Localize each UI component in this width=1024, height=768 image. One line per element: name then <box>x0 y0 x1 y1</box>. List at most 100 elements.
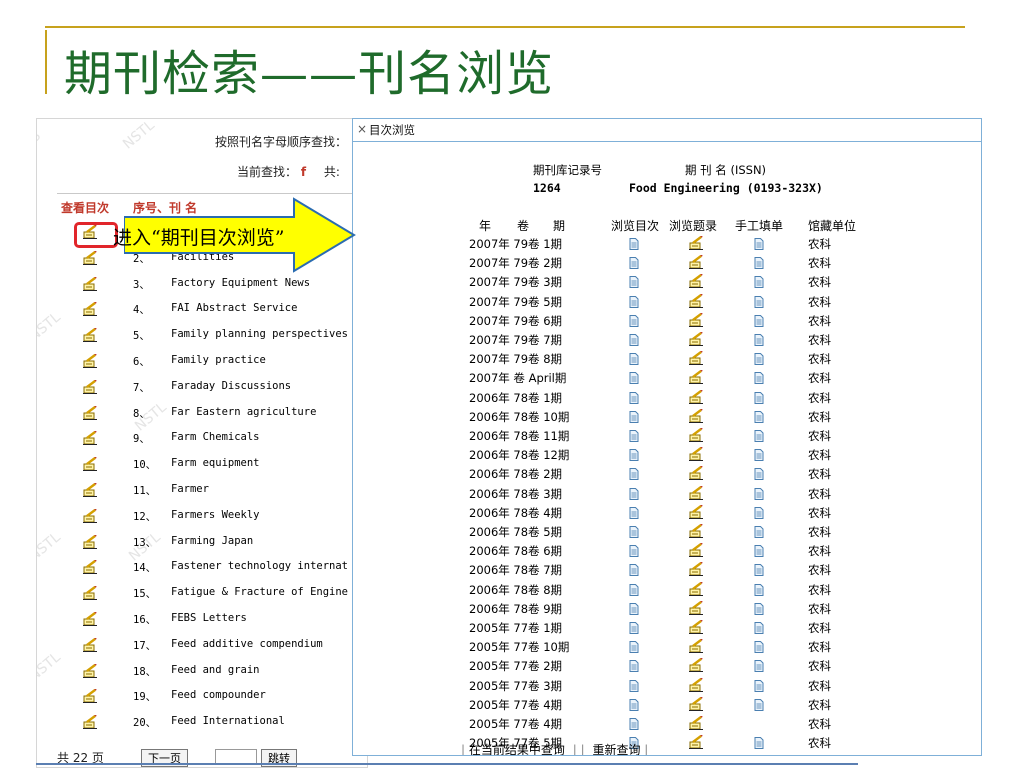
document-icon[interactable] <box>629 334 639 346</box>
browse-titles-icon[interactable] <box>689 235 703 253</box>
browse-titles-icon[interactable] <box>689 350 703 368</box>
view-toc-icon[interactable] <box>83 353 97 368</box>
pencil-book-icon[interactable] <box>689 292 703 308</box>
document-icon[interactable] <box>629 641 639 654</box>
document-icon[interactable] <box>754 641 764 654</box>
journal-list-item[interactable]: 16、 FEBS Letters <box>37 610 367 630</box>
document-icon[interactable] <box>754 468 764 481</box>
journal-name-link[interactable]: Farm equipment <box>171 457 260 469</box>
browse-titles-icon[interactable] <box>689 619 703 637</box>
journal-list-item[interactable]: 15、 Fatigue & Fracture of Engine <box>37 584 367 604</box>
pencil-book-icon[interactable] <box>689 580 703 596</box>
pencil-book-icon[interactable] <box>689 542 703 558</box>
manual-form-icon[interactable] <box>754 737 764 752</box>
document-icon[interactable] <box>629 257 639 270</box>
browse-titles-icon[interactable] <box>689 484 703 503</box>
browse-toc-icon[interactable] <box>629 449 639 464</box>
document-icon[interactable] <box>629 391 639 404</box>
document-icon[interactable] <box>629 506 639 519</box>
journal-name-link[interactable]: FAI Abstract Service <box>171 302 297 314</box>
browse-titles-icon[interactable] <box>689 312 703 330</box>
journal-list-item[interactable]: 19、 Feed compounder <box>37 687 367 707</box>
document-icon[interactable] <box>629 679 639 692</box>
document-icon[interactable] <box>754 602 764 615</box>
document-icon[interactable] <box>629 564 639 577</box>
new-search-link[interactable]: 重新查询 <box>592 743 640 755</box>
journal-name-link[interactable]: Fastener technology internat <box>171 560 348 572</box>
pencil-book-icon[interactable] <box>689 350 703 366</box>
pencil-book-icon[interactable] <box>83 327 97 343</box>
browse-toc-icon[interactable] <box>629 468 639 483</box>
manual-form-icon[interactable] <box>754 295 764 311</box>
journal-name-link[interactable]: Farming Japan <box>171 535 253 547</box>
manual-form-icon[interactable] <box>754 334 764 349</box>
browse-titles-icon[interactable] <box>689 254 703 272</box>
journal-list-item[interactable]: 7、 Faraday Discussions <box>37 378 367 398</box>
browse-titles-icon[interactable] <box>689 657 703 675</box>
pencil-book-icon[interactable] <box>689 504 703 519</box>
pencil-book-icon[interactable] <box>689 369 703 385</box>
close-icon[interactable]: × <box>357 122 367 136</box>
pencil-book-icon[interactable] <box>689 465 703 481</box>
pencil-book-icon[interactable] <box>83 611 97 626</box>
browse-titles-icon[interactable] <box>689 465 703 483</box>
pencil-book-icon[interactable] <box>689 696 703 711</box>
pencil-book-icon[interactable] <box>83 250 97 265</box>
pencil-book-icon[interactable] <box>83 688 97 704</box>
manual-form-icon[interactable] <box>754 276 764 291</box>
view-toc-icon[interactable] <box>83 404 97 420</box>
view-toc-icon[interactable] <box>83 688 97 704</box>
journal-name-link[interactable]: Family planning perspectives <box>171 328 348 340</box>
pencil-book-icon[interactable] <box>83 353 97 368</box>
pencil-book-icon[interactable] <box>83 533 97 549</box>
document-icon[interactable] <box>629 602 639 615</box>
pencil-book-icon[interactable] <box>689 638 703 654</box>
browse-titles-icon[interactable] <box>689 580 703 599</box>
document-icon[interactable] <box>629 718 639 730</box>
document-icon[interactable] <box>754 564 764 577</box>
manual-form-icon[interactable] <box>754 353 764 368</box>
document-icon[interactable] <box>754 238 764 250</box>
browse-titles-icon[interactable] <box>689 504 703 522</box>
document-icon[interactable] <box>629 487 639 500</box>
document-icon[interactable] <box>754 257 764 270</box>
document-icon[interactable] <box>629 622 639 634</box>
browse-toc-icon[interactable] <box>629 391 639 407</box>
document-icon[interactable] <box>754 737 764 750</box>
browse-toc-icon[interactable] <box>629 698 639 714</box>
browse-titles-icon[interactable] <box>689 734 703 752</box>
pencil-book-icon[interactable] <box>689 484 703 500</box>
view-toc-icon[interactable] <box>83 430 97 446</box>
document-icon[interactable] <box>754 660 764 673</box>
browse-toc-icon[interactable] <box>629 660 639 675</box>
view-toc-icon[interactable] <box>83 379 97 394</box>
pencil-book-icon[interactable] <box>689 388 703 404</box>
pencil-book-icon[interactable] <box>689 312 703 327</box>
browse-toc-icon[interactable] <box>629 641 639 656</box>
browse-titles-icon[interactable] <box>689 408 703 426</box>
document-icon[interactable] <box>754 545 764 558</box>
manual-form-icon[interactable] <box>754 257 764 272</box>
browse-titles-icon[interactable] <box>689 427 703 445</box>
view-toc-icon[interactable] <box>83 533 97 549</box>
journal-name-link[interactable]: Feed compounder <box>171 689 266 701</box>
pencil-book-icon[interactable] <box>83 508 97 523</box>
document-icon[interactable] <box>754 526 764 538</box>
pencil-book-icon[interactable] <box>689 676 703 692</box>
pencil-book-icon[interactable] <box>83 301 97 317</box>
journal-name-link[interactable]: Family practice <box>171 354 266 366</box>
journal-name-link[interactable]: Fatigue & Fracture of Engine <box>171 586 348 598</box>
journal-list-item[interactable]: 14、 Fastener technology internat <box>37 558 367 578</box>
view-toc-icon[interactable] <box>83 250 97 265</box>
journal-list-item[interactable]: 13、 Farming Japan <box>37 533 367 553</box>
pencil-book-icon[interactable] <box>83 714 97 730</box>
pencil-book-icon[interactable] <box>83 637 97 652</box>
view-toc-icon[interactable] <box>83 585 97 601</box>
browse-titles-icon[interactable] <box>689 676 703 695</box>
document-icon[interactable] <box>754 698 764 711</box>
document-icon[interactable] <box>754 314 764 327</box>
view-toc-icon[interactable] <box>83 456 97 472</box>
manual-form-icon[interactable] <box>754 526 764 541</box>
pencil-book-icon[interactable] <box>689 235 703 250</box>
document-icon[interactable] <box>754 506 764 519</box>
